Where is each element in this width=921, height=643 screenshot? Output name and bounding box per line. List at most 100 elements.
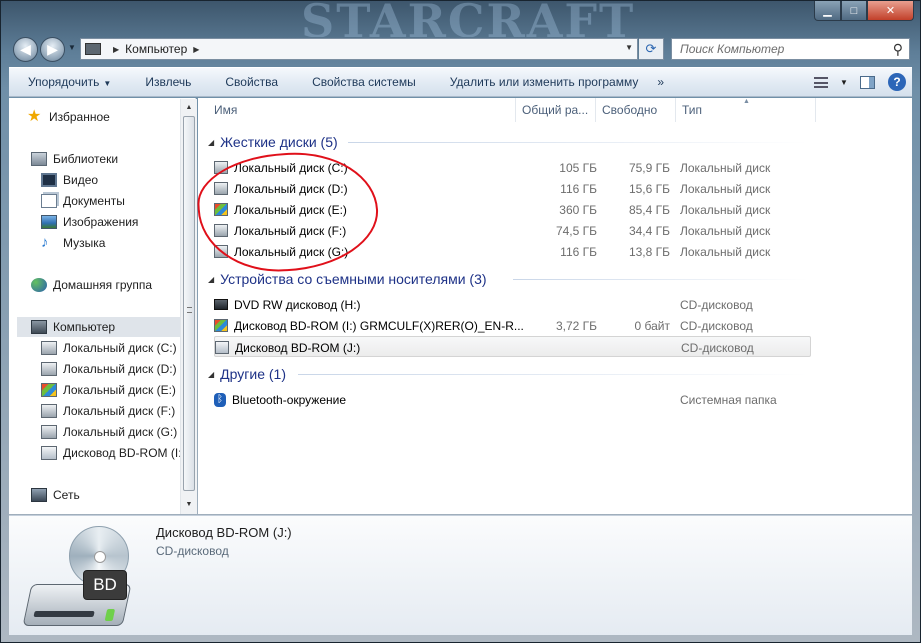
table-row[interactable]: DVD RW дисковод (H:) CD-дисковод: [214, 294, 811, 315]
change-view-button[interactable]: [806, 71, 836, 93]
bd-rom-icon: [215, 341, 229, 354]
sidebar-item-label: Компьютер: [53, 320, 116, 334]
arrow-right-icon: ▶: [47, 41, 58, 57]
breadcrumb-computer[interactable]: Компьютер: [125, 42, 187, 56]
total-size-cell: 116 ГБ: [560, 244, 597, 259]
sidebar-item-images[interactable]: Изображения: [41, 212, 138, 232]
minimize-icon: ▁: [823, 5, 832, 17]
organize-button[interactable]: Упорядочить ▼: [9, 75, 126, 89]
sidebar-item-drive-i[interactable]: Дисковод BD-ROM (I:): [41, 443, 186, 463]
properties-button[interactable]: Свойства: [206, 75, 293, 89]
column-header-total[interactable]: Общий ра...: [516, 98, 596, 122]
sidebar-item-label: Локальный диск (G:): [63, 425, 178, 439]
sort-ascending-icon: ▲: [743, 98, 750, 105]
scroll-down-arrow-icon[interactable]: ▼: [181, 498, 197, 512]
table-row[interactable]: Дисковод BD-ROM (I:) GRMCULF(X)RER(O)_EN…: [214, 315, 811, 336]
group-divider: [348, 142, 808, 143]
scroll-up-arrow-icon[interactable]: ▲: [181, 101, 197, 115]
sidebar-item-network[interactable]: Сеть: [31, 485, 80, 505]
group-header-removable[interactable]: ◢ Устройства со съемными носителями (3): [208, 269, 487, 289]
total-size-cell: 3,72 ГБ: [555, 318, 597, 333]
close-button[interactable]: ✕: [867, 1, 914, 21]
help-button[interactable]: ?: [882, 71, 912, 93]
sidebar-scrollbar[interactable]: ▲ ▼: [180, 99, 197, 514]
drive-name: DVD RW дисковод (H:): [234, 297, 361, 312]
search-icon[interactable]: ⚲: [893, 41, 903, 58]
refresh-icon: ⟳: [645, 41, 657, 56]
sidebar-item-homegroup[interactable]: Домашняя группа: [31, 275, 152, 295]
drive-name: Дисковод BD-ROM (I:) GRMCULF(X)RER(O)_EN…: [234, 318, 524, 333]
type-cell: Системная папка: [680, 392, 777, 407]
free-space-cell: 85,4 ГБ: [628, 202, 670, 217]
free-space-cell: 34,4 ГБ: [628, 223, 670, 238]
chevron-right-icon[interactable]: ▶: [113, 45, 119, 54]
recent-pages-dropdown[interactable]: ▼: [68, 43, 76, 52]
collapse-triangle-icon[interactable]: ◢: [208, 275, 214, 284]
organize-label: Упорядочить: [28, 75, 100, 89]
type-cell: Локальный диск: [680, 244, 771, 259]
column-header-name[interactable]: Имя: [208, 98, 516, 122]
chevron-right-icon[interactable]: ▶: [193, 45, 199, 54]
sidebar-item-video[interactable]: Видео: [41, 170, 98, 190]
minimize-button[interactable]: ▁: [814, 1, 841, 21]
dvd-drive-icon: [214, 299, 228, 310]
free-space-cell: [604, 294, 670, 315]
uninstall-program-button[interactable]: Удалить или изменить программу: [431, 75, 654, 89]
more-commands-button[interactable]: »: [653, 75, 679, 89]
collapse-triangle-icon[interactable]: ◢: [208, 138, 214, 147]
sidebar-item-drive-d[interactable]: Локальный диск (D:): [41, 359, 177, 379]
grip-icon: [187, 307, 192, 313]
system-properties-button[interactable]: Свойства системы: [293, 75, 431, 89]
table-row[interactable]: ᛒ Bluetooth-окружение Системная папка: [214, 389, 811, 410]
table-row-selected[interactable]: Дисковод BD-ROM (J:) CD-дисковод: [214, 336, 811, 357]
preview-pane-button[interactable]: [852, 71, 882, 93]
preview-pane-icon: [859, 75, 875, 89]
hard-drive-icon: [41, 362, 57, 376]
refresh-button[interactable]: ⟳: [639, 38, 664, 60]
sidebar-item-label: Избранное: [49, 110, 110, 124]
name-cell: Дисковод BD-ROM (I:) GRMCULF(X)RER(O)_EN…: [214, 315, 539, 336]
collapse-triangle-icon[interactable]: ◢: [208, 370, 214, 379]
computer-icon: [31, 320, 47, 334]
forward-button[interactable]: ▶: [40, 37, 65, 62]
free-space-cell: 75,9 ГБ: [628, 160, 670, 175]
back-button[interactable]: ◀: [13, 37, 38, 62]
sidebar-item-label: Документы: [63, 194, 125, 208]
pictures-library-icon: [41, 215, 57, 229]
sidebar-item-documents[interactable]: Документы: [41, 191, 125, 211]
view-options-dropdown[interactable]: ▼: [836, 71, 852, 93]
star-icon: ★: [27, 108, 42, 125]
search-input[interactable]: Поиск Компьютер ⚲: [671, 38, 910, 60]
sidebar-item-libraries[interactable]: Библиотеки: [31, 149, 118, 169]
group-header-other[interactable]: ◢ Другие (1): [208, 364, 286, 384]
bluetooth-icon: ᛒ: [214, 392, 226, 407]
eject-button[interactable]: Извлечь: [126, 75, 206, 89]
sidebar-item-music[interactable]: ♪ Музыка: [41, 233, 105, 253]
sidebar-item-drive-f[interactable]: Локальный диск (F:): [41, 401, 175, 421]
free-space-cell: 15,6 ГБ: [628, 181, 670, 196]
total-size-cell: 116 ГБ: [560, 181, 597, 196]
address-bar[interactable]: ▶ Компьютер ▶ ▼: [80, 38, 638, 60]
sidebar-item-label: Дисковод BD-ROM (I:): [63, 446, 186, 460]
maximize-button[interactable]: □: [841, 1, 867, 21]
sidebar-item-computer[interactable]: Компьютер: [17, 317, 188, 337]
free-space-cell: 0 байт: [634, 318, 670, 333]
name-cell: Дисковод BD-ROM (J:): [215, 337, 540, 358]
type-cell: CD-дисковод: [681, 340, 754, 355]
sidebar-item-favorites[interactable]: ★ Избранное: [27, 107, 110, 127]
file-list-pane: Имя Общий ра... Свободно Тип ▲ ◢ Жесткие…: [195, 98, 912, 514]
wallpaper-title-art: STARCRAFT: [301, 1, 636, 37]
sidebar-item-drive-g[interactable]: Локальный диск (G:): [41, 422, 177, 442]
hard-drive-icon: [41, 425, 57, 439]
video-library-icon: [41, 173, 57, 187]
address-history-dropdown[interactable]: ▼: [625, 43, 633, 52]
views-icon: [814, 76, 828, 88]
sidebar-item-drive-e[interactable]: Локальный диск (E:): [41, 380, 176, 400]
sidebar-item-drive-c[interactable]: Локальный диск (C:): [41, 338, 177, 358]
total-size-cell: 360 ГБ: [559, 202, 597, 217]
column-header-free[interactable]: Свободно: [596, 98, 676, 122]
group-header-hard-drives[interactable]: ◢ Жесткие диски (5): [208, 132, 338, 152]
search-placeholder: Поиск Компьютер: [680, 42, 785, 56]
type-cell: CD-дисковод: [680, 297, 753, 312]
scrollbar-thumb[interactable]: [183, 116, 195, 491]
